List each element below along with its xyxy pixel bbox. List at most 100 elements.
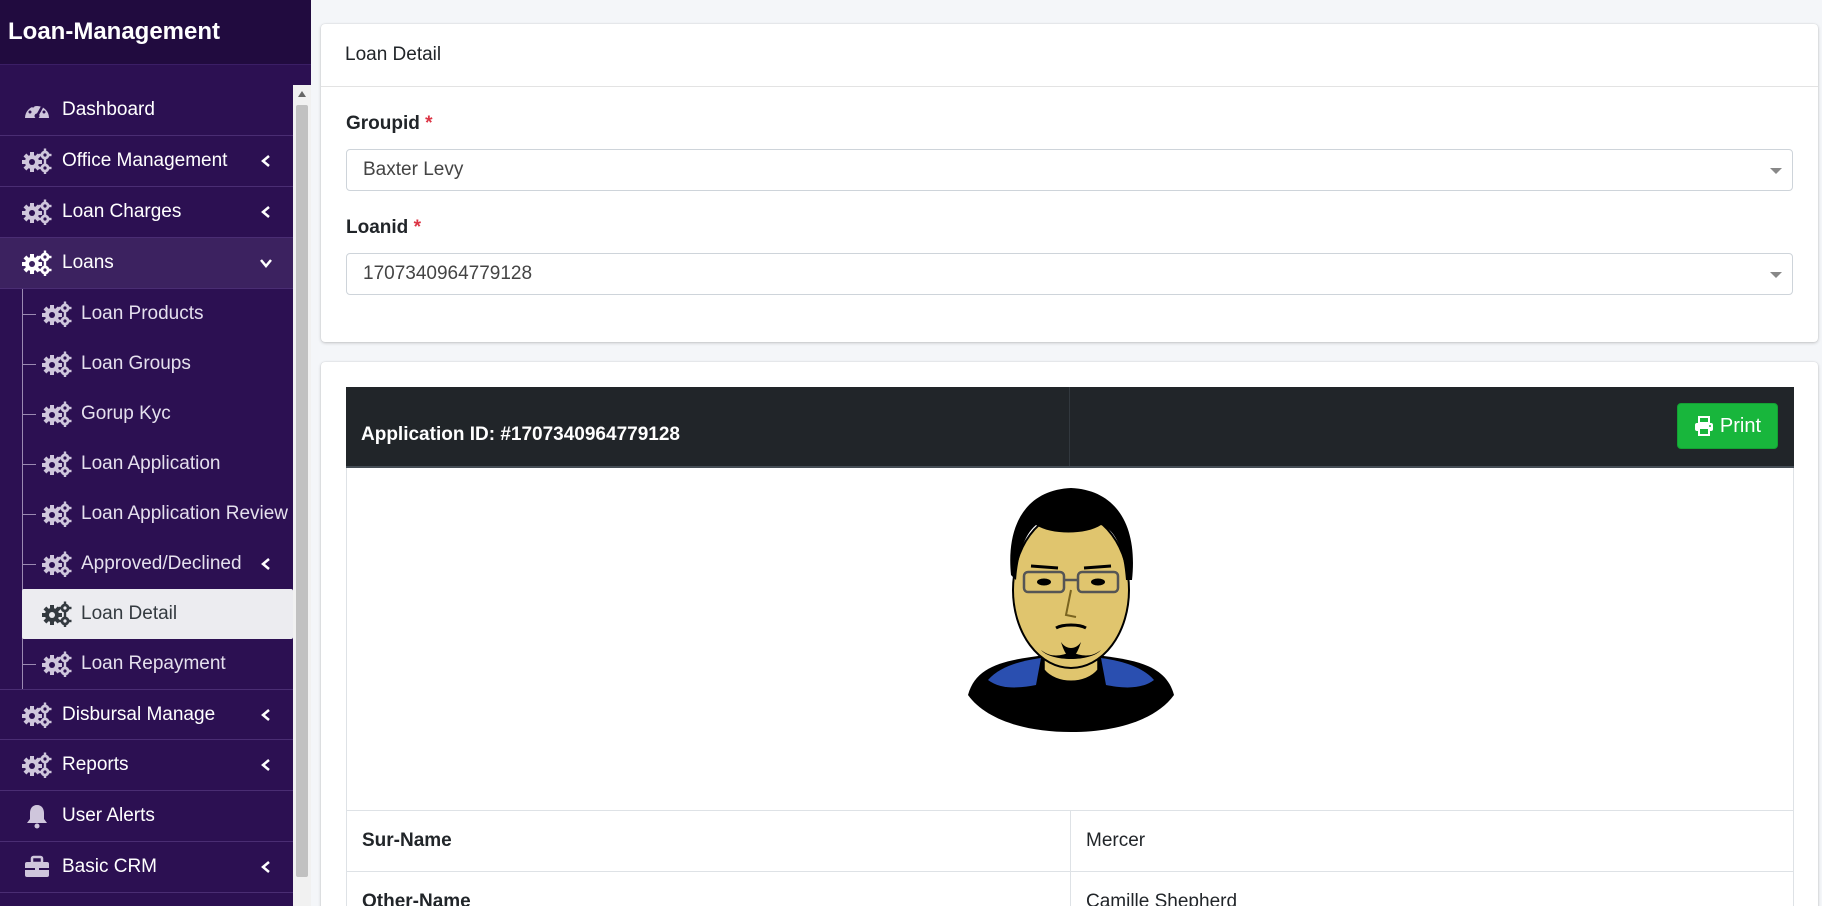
cogs-icon <box>42 651 72 677</box>
sidebar-item-loan-detail[interactable]: Loan Detail <box>22 589 293 639</box>
sidebar-item-loan-products[interactable]: Loan Products <box>0 289 293 339</box>
required-mark: * <box>413 217 421 238</box>
sidebar-item-approved-declined[interactable]: Approved/Declined <box>0 539 293 589</box>
chevron-down-icon <box>260 259 272 268</box>
sidebar-item-basic-crm[interactable]: Basic CRM <box>0 842 293 893</box>
briefcase-icon <box>22 854 52 880</box>
sidebar-item-loan-application[interactable]: Loan Application <box>0 439 293 489</box>
sidebar-item-label: Loan Groups <box>81 353 191 374</box>
sidebar-item-loan-application-review[interactable]: Loan Application Review <box>0 489 293 539</box>
cogs-icon <box>22 148 52 174</box>
applicant-avatar <box>968 488 1174 732</box>
sidebar-item-label: Loan Detail <box>81 603 178 624</box>
cogs-icon <box>22 752 52 778</box>
cogs-icon <box>42 451 72 477</box>
dropdown-caret-icon <box>1770 168 1782 174</box>
loanid-group: Loanid * 1707340964779128 <box>321 217 1818 295</box>
chevron-left-icon <box>261 759 270 771</box>
application-card: Application ID: #1707340964779128 Print <box>321 362 1818 906</box>
row-value: Camille Shepherd <box>1086 891 1238 906</box>
cogs-icon <box>42 351 72 377</box>
cogs-icon <box>22 702 52 728</box>
sidebar-item-loan-groups[interactable]: Loan Groups <box>0 339 293 389</box>
groupid-label-text: Groupid <box>346 113 420 134</box>
scrollbar-thumb[interactable] <box>296 105 308 877</box>
sidebar-item-label: Loan Application <box>81 453 221 474</box>
sidebar-item-loans[interactable]: Loans <box>0 238 293 289</box>
row-key: Sur-Name <box>347 811 1071 871</box>
sidebar-item-label: Basic CRM <box>62 856 158 877</box>
sidebar-item-label: Gorup Kyc <box>81 403 171 424</box>
cogs-icon <box>22 250 52 276</box>
applicant-photo-row <box>346 468 1794 811</box>
sidebar-item-user-alerts[interactable]: User Alerts <box>0 791 293 842</box>
sidebar-item-disbursal-manage[interactable]: Disbursal Manage <box>0 689 293 740</box>
cogs-icon <box>42 401 72 427</box>
print-button[interactable]: Print <box>1676 403 1778 449</box>
groupid-group: Groupid * Baxter Levy <box>321 113 1818 191</box>
groupid-select[interactable]: Baxter Levy <box>346 149 1793 191</box>
sidebar-item-loan-repayment[interactable]: Loan Repayment <box>0 639 293 689</box>
tree-branch <box>22 464 36 465</box>
chevron-left-icon <box>261 558 270 570</box>
groupid-label: Groupid * <box>346 113 1793 135</box>
printer-icon <box>1694 416 1713 436</box>
loanid-select[interactable]: 1707340964779128 <box>346 253 1793 295</box>
sidebar-item-label: Loan Application Review <box>81 503 289 524</box>
sidebar-item-dashboard[interactable]: Dashboard <box>0 85 293 136</box>
sidebar-scrollbar[interactable] <box>293 85 311 906</box>
application-table: Application ID: #1707340964779128 Print <box>346 387 1794 906</box>
chevron-left-icon <box>261 155 270 167</box>
loan-detail-card: Loan Detail Groupid * Baxter Levy Loanid… <box>321 24 1818 342</box>
table-row: Sur-Name Mercer <box>346 811 1794 872</box>
sidebar-item-label: Loans <box>62 252 114 273</box>
required-mark: * <box>425 113 433 134</box>
row-value: Mercer <box>1086 830 1146 851</box>
chevron-left-icon <box>261 861 270 873</box>
sidebar-item-label: Reports <box>62 754 129 775</box>
loanid-label: Loanid * <box>346 217 1793 239</box>
sidebar-item-reports[interactable]: Reports <box>0 740 293 791</box>
sidebar: Loan-Management Dashboard Office Managem… <box>0 0 311 906</box>
cogs-icon <box>42 301 72 327</box>
card-title: Loan Detail <box>321 24 1818 87</box>
print-label: Print <box>1719 414 1761 437</box>
tree-branch <box>22 664 36 665</box>
sidebar-item-label: Disbursal Manage <box>62 703 216 725</box>
row-key: Other-Name <box>347 872 1071 906</box>
cogs-icon <box>42 501 72 527</box>
tree-branch <box>22 564 36 565</box>
application-header: Application ID: #1707340964779128 Print <box>346 387 1794 468</box>
sidebar-item-label: Loan Charges <box>62 201 182 222</box>
cogs-icon <box>22 199 52 225</box>
sidebar-item-label: Dashboard <box>62 99 155 120</box>
sidebar-nav: Dashboard Office Management Loan Charges… <box>0 85 293 893</box>
tree-branch <box>22 314 36 315</box>
sidebar-item-loan-charges[interactable]: Loan Charges <box>0 187 293 238</box>
loanid-selected-value: 1707340964779128 <box>363 263 533 284</box>
sidebar-item-label: Approved/Declined <box>81 553 242 574</box>
sidebar-item-label: Office Management <box>62 150 228 171</box>
tree-branch <box>22 364 36 365</box>
cogs-icon <box>42 601 72 627</box>
brand-title[interactable]: Loan-Management <box>0 0 311 65</box>
groupid-selected-value: Baxter Levy <box>363 159 464 180</box>
sidebar-item-office-management[interactable]: Office Management <box>0 136 293 187</box>
application-id: Application ID: #1707340964779128 <box>346 387 1070 466</box>
loans-submenu: Loan Products Loan Groups Gorup Kyc Loan… <box>0 289 293 689</box>
loanid-label-text: Loanid <box>346 217 409 238</box>
tree-branch <box>22 414 36 415</box>
bell-icon <box>22 803 52 829</box>
cogs-icon <box>42 551 72 577</box>
chevron-left-icon <box>261 708 270 721</box>
dropdown-caret-icon <box>1770 272 1782 278</box>
sidebar-item-label: Loan Products <box>81 303 204 324</box>
chevron-left-icon <box>261 206 270 218</box>
application-header-actions: Print <box>1070 387 1794 466</box>
sidebar-item-group-kyc[interactable]: Gorup Kyc <box>0 389 293 439</box>
table-row: Other-Name Camille Shepherd <box>346 872 1794 906</box>
tree-branch <box>22 514 36 515</box>
sidebar-item-label: Loan Repayment <box>81 653 226 674</box>
scroll-up-arrow-icon[interactable] <box>293 85 311 102</box>
gauge-icon <box>22 97 52 123</box>
